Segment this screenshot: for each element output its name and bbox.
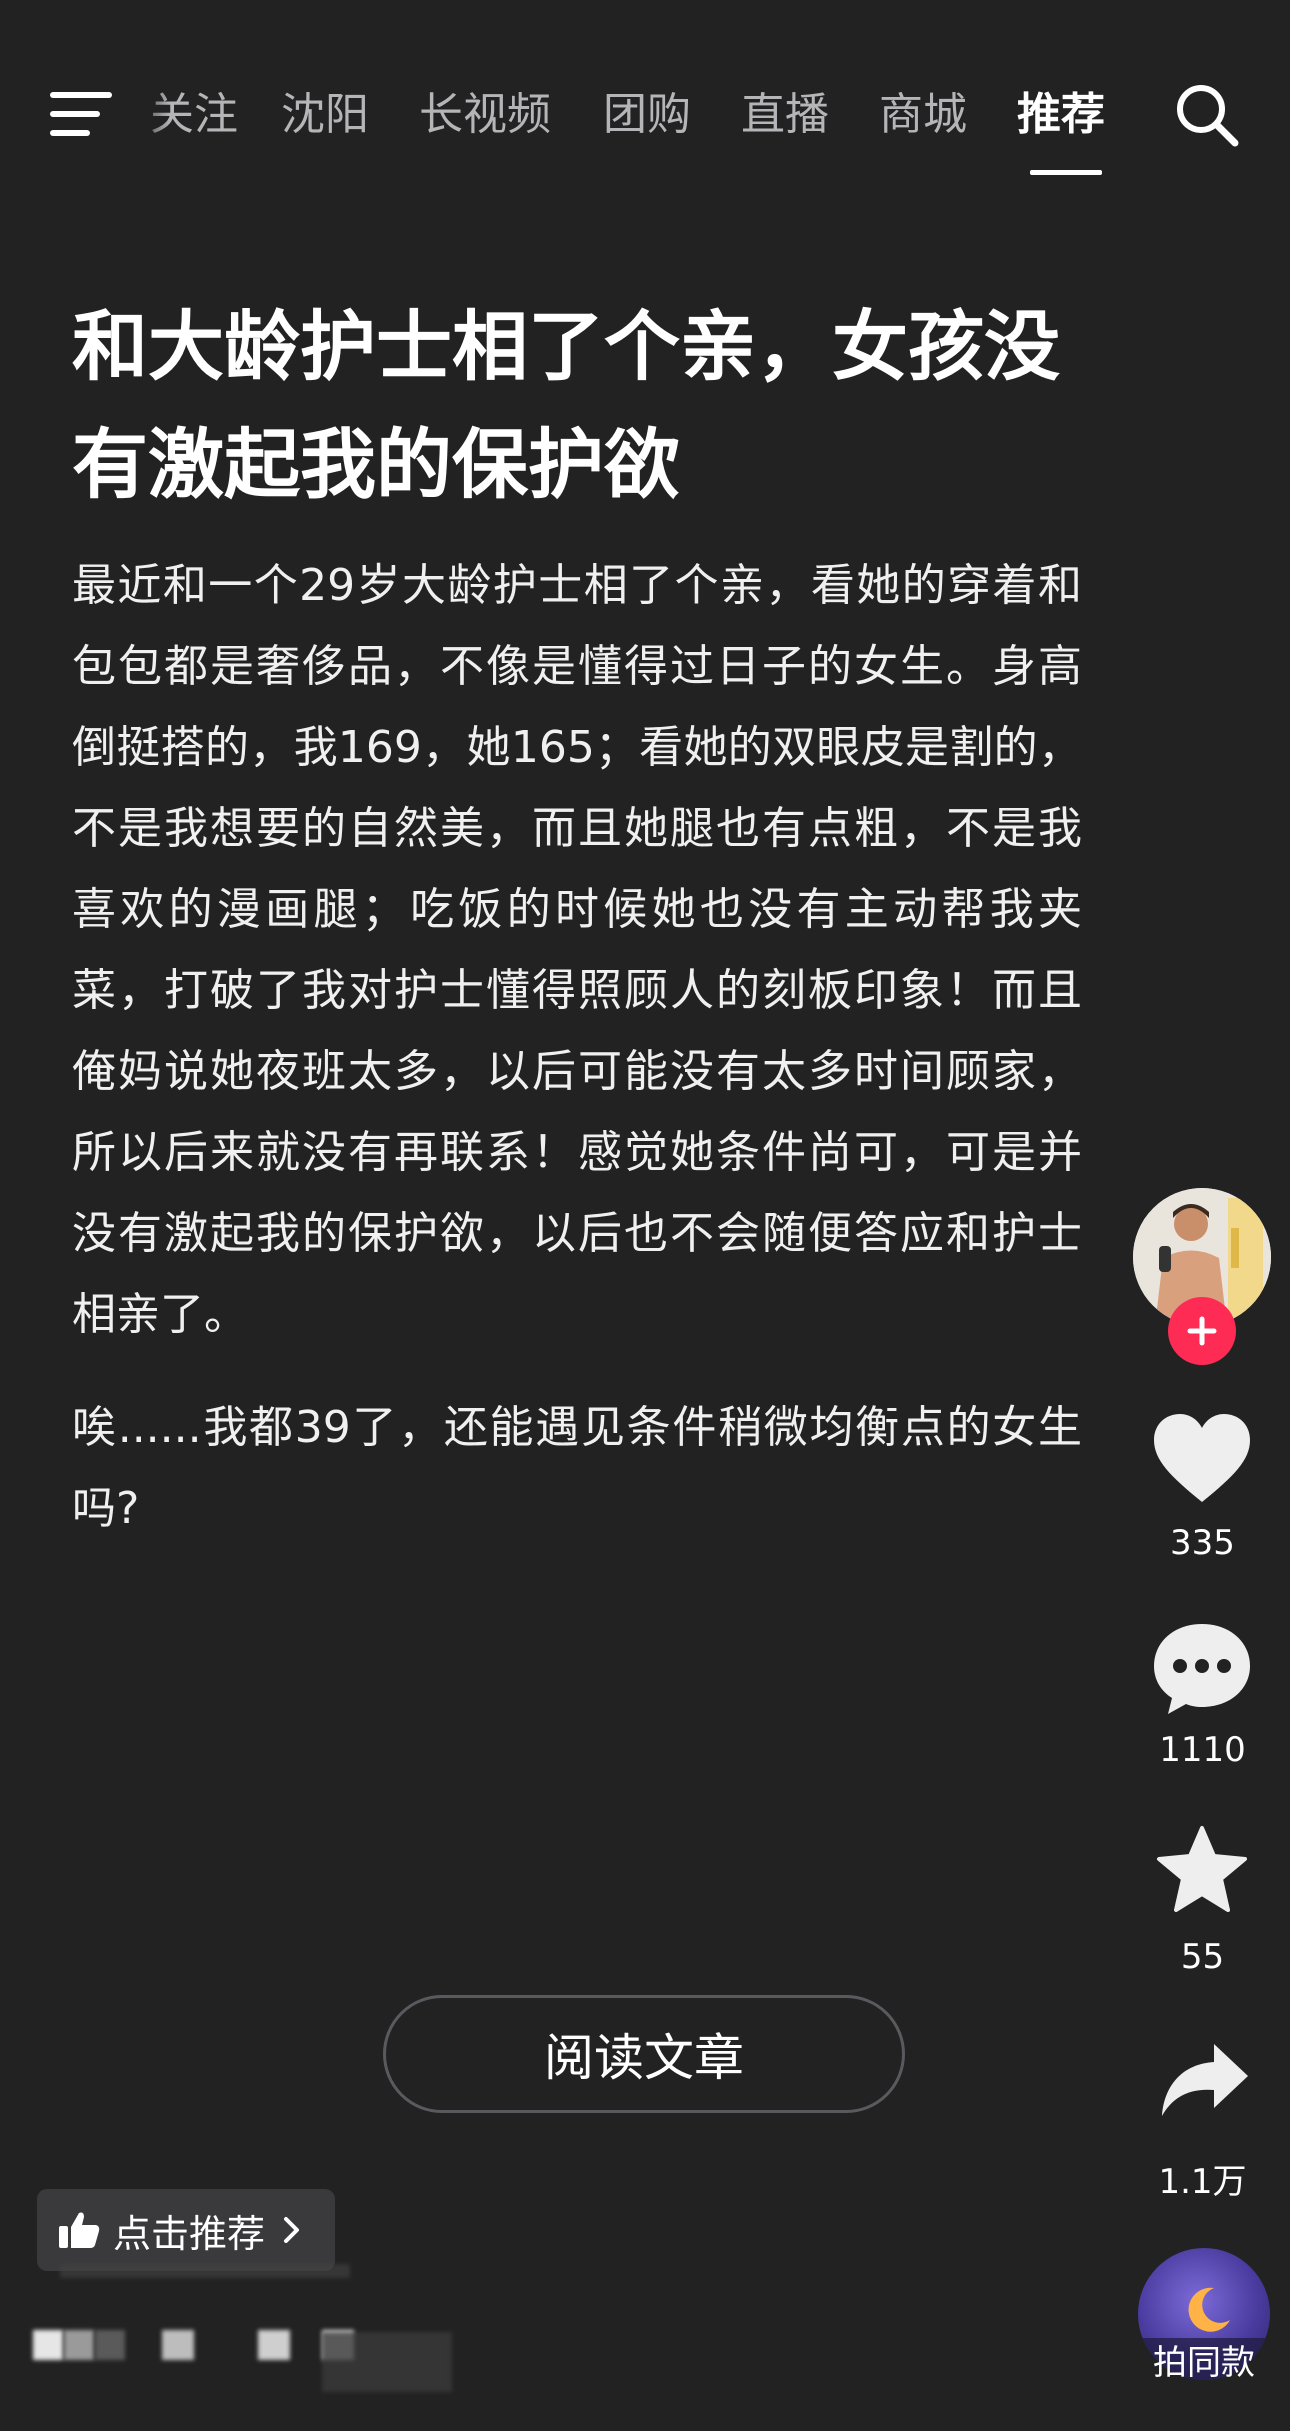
same-style-label[interactable]: 拍同款 (1138, 2335, 1270, 2384)
post-title: 和大龄护士相了个亲，女孩没有激起我的保护欲 (72, 302, 1060, 509)
favorite-count: 55 (1180, 1937, 1225, 1977)
comment-count: 1110 (1159, 1730, 1246, 1770)
comment-bubble-icon[interactable] (1150, 1618, 1254, 1718)
read-article-label: 阅读文章 (544, 2029, 744, 2087)
like-heart-icon[interactable] (1150, 1410, 1254, 1506)
recommend-label: 点击推荐 (113, 2211, 266, 2256)
chevron-right-icon (284, 2217, 300, 2243)
tab-shenyang[interactable]: 沈阳 (281, 80, 369, 150)
tab-fade-overlay (130, 78, 170, 153)
menu-icon[interactable] (50, 88, 112, 140)
tab-long-video[interactable]: 长视频 (419, 80, 551, 150)
thumbs-up-icon (59, 2212, 100, 2248)
search-icon[interactable] (1172, 80, 1242, 150)
top-nav-bar: 关注 沈阳 长视频 团购 直播 商城 推荐 (0, 0, 1290, 200)
share-count: 1.1万 (1158, 2162, 1247, 2202)
favorite-star-icon[interactable] (1155, 1824, 1249, 1916)
post-paragraph: 唉......我都39了，还能遇见条件稍微均衡点的女生吗? (72, 1402, 1082, 1534)
post-paragraph: 最近和一个29岁大龄护士相了个亲，看她的穿着和包包都是奢侈品，不像是懂得过日子的… (72, 560, 1082, 1340)
recommend-button[interactable]: 点击推荐 (37, 2189, 335, 2271)
follow-button[interactable] (1168, 1297, 1236, 1365)
read-article-button[interactable]: 阅读文章 (383, 1995, 905, 2113)
share-arrow-icon[interactable] (1158, 2040, 1252, 2120)
tab-mall[interactable]: 商城 (879, 80, 967, 150)
plus-icon (1187, 1316, 1217, 1346)
like-count: 335 (1170, 1523, 1235, 1563)
tab-recommend[interactable]: 推荐 (1017, 80, 1105, 150)
tab-group-buy[interactable]: 团购 (603, 80, 691, 150)
active-tab-indicator (1030, 170, 1102, 175)
tab-live[interactable]: 直播 (741, 80, 829, 150)
